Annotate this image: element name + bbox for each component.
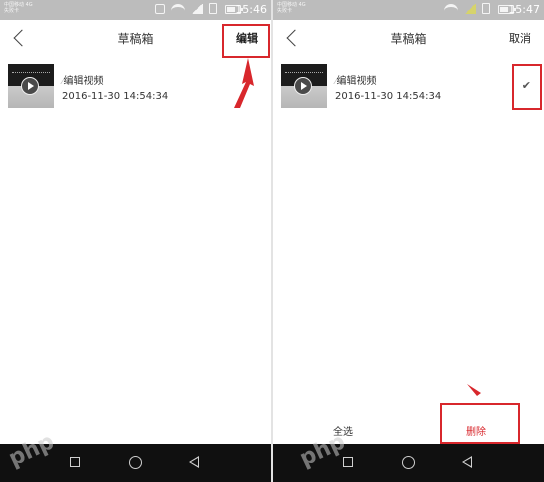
status-bar: 中国移动 4G 失败卡 15:46 (0, 0, 271, 20)
video-thumbnail[interactable] (281, 64, 327, 108)
sim-icon (209, 3, 217, 14)
draft-date: 2016-11-30 14:54:34 (335, 91, 442, 102)
nav-home-icon[interactable] (402, 456, 415, 469)
nav-recents-icon[interactable] (343, 457, 353, 467)
image-notification-icon (155, 3, 165, 14)
draft-item[interactable]: ⁄编辑视频 2016-11-30 14:54:34 (273, 56, 544, 112)
draft-name: 编辑视频 (336, 76, 377, 87)
status-bar: 中国移动 4G 失败卡 15:47 (273, 0, 544, 20)
nav-back-icon[interactable] (462, 456, 472, 468)
system-nav-bar (0, 444, 271, 482)
draft-name-row: ⁄编辑视频 (335, 72, 377, 87)
system-nav-bar (273, 444, 544, 482)
wifi-icon (171, 3, 185, 14)
select-all-button[interactable]: 全选 (333, 423, 353, 438)
play-icon[interactable] (21, 77, 39, 95)
nav-back-icon[interactable] (189, 456, 199, 468)
draft-name: 编辑视频 (63, 76, 104, 87)
signal-icon (191, 3, 203, 14)
carrier-text: 中国移动 4G 失败卡 (277, 2, 306, 14)
draft-name-row: ⁄编辑视频 (62, 72, 104, 87)
status-icons (444, 3, 490, 14)
draft-date: 2016-11-30 14:54:34 (62, 91, 169, 102)
status-time: 15:46 (235, 3, 267, 16)
annotation-highlight (512, 64, 542, 110)
nav-home-icon[interactable] (129, 456, 142, 469)
draft-item[interactable]: ⁄编辑视频 2016-11-30 14:54:34 (0, 56, 271, 112)
status-icons (155, 3, 217, 14)
carrier-text: 中国移动 4G 失败卡 (4, 2, 33, 14)
signal-icon (464, 3, 476, 14)
status-time: 15:47 (508, 3, 540, 16)
cancel-button[interactable]: 取消 (509, 30, 531, 46)
video-thumbnail[interactable] (8, 64, 54, 108)
nav-recents-icon[interactable] (70, 457, 80, 467)
app-header: 草稿箱 取消 (273, 20, 544, 56)
left-screen: 中国移动 4G 失败卡 15:46 草稿箱 编辑 ⁄编辑视频 2016-11-3… (0, 0, 271, 482)
page-title: 草稿箱 (390, 32, 427, 46)
right-screen: 中国移动 4G 失败卡 15:47 草稿箱 取消 ⁄编辑视频 2016-11-3… (273, 0, 544, 482)
wifi-icon (444, 3, 458, 14)
annotation-highlight (222, 24, 270, 58)
annotation-highlight (440, 403, 520, 444)
sim-icon (482, 3, 490, 14)
play-icon[interactable] (294, 77, 312, 95)
